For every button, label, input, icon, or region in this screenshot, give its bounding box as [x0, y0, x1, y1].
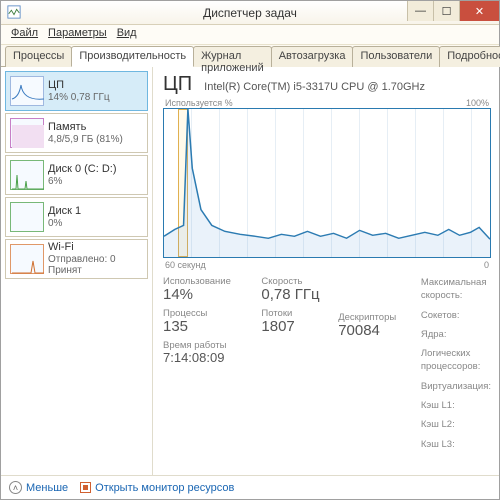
sidebar-item-memory[interactable]: Память4,8/5,9 ГБ (81%) [5, 113, 148, 153]
sidebar-disk1-title: Диск 1 [48, 205, 81, 218]
cpu-model: Intel(R) Core(TM) i5-3317U CPU @ 1.70GHz [204, 81, 425, 93]
chart-label-top-left: Используется % [165, 98, 233, 108]
logical-label: Логических процессоров: [421, 347, 491, 374]
menubar: Файл Параметры Вид [1, 25, 499, 45]
maximize-button[interactable]: ☐ [433, 1, 459, 21]
chart-label-bottom-right: 0 [484, 260, 489, 270]
sidebar-mem-sub: 4,8/5,9 ГБ (81%) [48, 134, 123, 146]
l1-label: Кэш L1: [421, 399, 455, 412]
memory-thumb-icon [10, 118, 44, 148]
threads-value: 1807 [261, 319, 330, 334]
sidebar-item-disk1[interactable]: Диск 10% [5, 197, 148, 237]
sidebar-cpu-sub: 14% 0,78 ГГц [48, 92, 110, 104]
footer: ˄ Меньше Открыть монитор ресурсов [1, 475, 499, 499]
tab-startup[interactable]: Автозагрузка [271, 46, 354, 67]
titlebar: Диспетчер задач — ☐ ✕ [1, 1, 499, 25]
l2-label: Кэш L2: [421, 418, 455, 431]
sidebar-wifi-sub: Отправлено: 0 Принят [48, 254, 143, 277]
tab-details[interactable]: Подробности [439, 46, 500, 67]
window-title: Диспетчер задач [203, 6, 297, 20]
tab-apphistory[interactable]: Журнал приложений [193, 46, 272, 67]
handles-value: 70084 [338, 323, 413, 338]
sidebar-disk0-sub: 6% [48, 176, 117, 188]
sidebar: ЦП14% 0,78 ГГц Память4,8/5,9 ГБ (81%) Ди… [1, 67, 153, 475]
speed-value: 0,78 ГГц [261, 287, 330, 302]
sidebar-wifi-title: Wi-Fi [48, 241, 143, 254]
virt-label: Виртуализация: [421, 380, 491, 393]
tab-performance[interactable]: Производительность [71, 46, 194, 67]
chevron-up-icon: ˄ [9, 481, 22, 494]
chart-label-top-right: 100% [466, 98, 489, 108]
main-panel: ЦП Intel(R) Core(TM) i5-3317U CPU @ 1.70… [153, 67, 499, 475]
page-title: ЦП [163, 73, 192, 96]
app-icon [7, 5, 21, 19]
tab-users[interactable]: Пользователи [352, 46, 440, 67]
l3-label: Кэш L3: [421, 438, 455, 451]
processes-value: 135 [163, 319, 253, 334]
chart-label-bottom-left: 60 секунд [165, 260, 206, 270]
disk-thumb-icon [10, 202, 44, 232]
maxspeed-label: Максимальная скорость: [421, 276, 491, 303]
resmon-icon [80, 482, 91, 493]
tab-strip: Процессы Производительность Журнал прило… [1, 45, 499, 67]
sidebar-disk1-sub: 0% [48, 218, 81, 230]
menu-view[interactable]: Вид [113, 27, 141, 42]
sidebar-disk0-title: Диск 0 (C: D:) [48, 163, 117, 176]
cpu-usage-chart [163, 108, 491, 258]
menu-file[interactable]: Файл [7, 27, 42, 42]
fewer-details-button[interactable]: ˄ Меньше [9, 481, 68, 494]
tab-processes[interactable]: Процессы [5, 46, 72, 67]
sidebar-item-disk0[interactable]: Диск 0 (C: D:)6% [5, 155, 148, 195]
sidebar-item-cpu[interactable]: ЦП14% 0,78 ГГц [5, 71, 148, 111]
cpu-thumb-icon [10, 76, 44, 106]
sidebar-cpu-title: ЦП [48, 79, 110, 92]
sidebar-item-wifi[interactable]: Wi-FiОтправлено: 0 Принят [5, 239, 148, 279]
wifi-thumb-icon [10, 244, 44, 274]
usage-value: 14% [163, 287, 253, 302]
sidebar-mem-title: Память [48, 121, 123, 134]
disk-thumb-icon [10, 160, 44, 190]
minimize-button[interactable]: — [407, 1, 433, 21]
close-button[interactable]: ✕ [459, 1, 499, 21]
sockets-label: Сокетов: [421, 309, 460, 322]
menu-options[interactable]: Параметры [44, 27, 111, 42]
uptime-value: 7:14:08:09 [163, 351, 253, 364]
open-resmon-link[interactable]: Открыть монитор ресурсов [80, 482, 234, 494]
cores-label: Ядра: [421, 328, 447, 341]
